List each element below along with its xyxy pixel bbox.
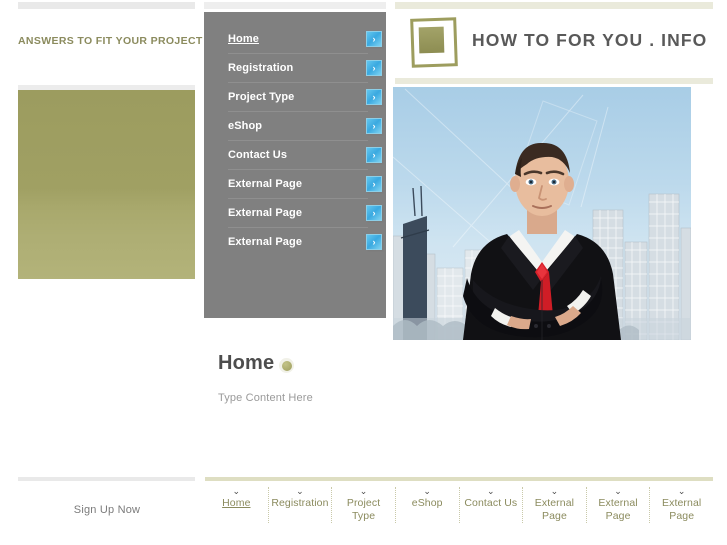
- chevron-right-icon[interactable]: ›: [366, 147, 382, 163]
- nav-item-label: Project Type: [228, 91, 295, 103]
- footer-nav-label: eShop: [411, 497, 443, 509]
- footer-nav-label: External Page: [598, 497, 638, 522]
- footer-nav-item-external-page[interactable]: ⌄ External Page: [587, 487, 651, 523]
- chevron-down-icon: ⌄: [296, 486, 304, 496]
- nav-item-registration[interactable]: Registration ›: [228, 54, 382, 83]
- promo-image-block: [18, 90, 195, 279]
- chevron-right-icon[interactable]: ›: [366, 118, 382, 134]
- footer-nav-item-project-type[interactable]: ⌄ Project Type: [332, 487, 396, 523]
- chevron-down-icon: ⌄: [614, 486, 622, 496]
- footer-rule-right: [205, 477, 713, 481]
- olive-dot-icon: [279, 358, 294, 373]
- nav-item-external-page[interactable]: External Page ›: [228, 170, 382, 199]
- footer-nav-label: Project Type: [346, 497, 381, 522]
- site-brand[interactable]: HOW TO FOR YOU . INFO: [408, 16, 708, 68]
- hero-accent-bar: [395, 78, 713, 84]
- hero-photo: [393, 87, 691, 340]
- signup-link[interactable]: Sign Up Now: [18, 504, 196, 516]
- square-logo-icon: [408, 16, 458, 68]
- nav-item-label: External Page: [228, 178, 303, 190]
- chevron-right-icon[interactable]: ›: [366, 205, 382, 221]
- businessman-figure: [463, 142, 621, 340]
- chevron-right-icon[interactable]: ›: [366, 176, 382, 192]
- nav-item-external-page[interactable]: External Page ›: [228, 228, 382, 256]
- chevron-down-icon: ⌄: [677, 486, 686, 496]
- nav-item-external-page[interactable]: External Page ›: [228, 199, 382, 228]
- nav-item-home[interactable]: Home ›: [228, 25, 382, 54]
- left-sidebar: ANSWERS TO FIT YOUR PROJECT: [0, 0, 203, 330]
- chevron-right-icon[interactable]: ›: [366, 234, 382, 250]
- nav-item-label: External Page: [228, 236, 303, 248]
- chevron-down-icon: ⌄: [359, 486, 368, 496]
- footer-nav-item-external-page[interactable]: ⌄ External Page: [523, 487, 587, 523]
- page-title: Home: [218, 352, 275, 374]
- site-title: HOW TO FOR YOU . INFO: [472, 29, 708, 50]
- chevron-right-icon[interactable]: ›: [366, 31, 382, 47]
- nav-item-project-type[interactable]: Project Type ›: [228, 83, 382, 112]
- footer-nav-label: Home: [222, 497, 251, 509]
- main-navigation-panel: Home › Registration › Project Type › eShop › Con…: [204, 12, 386, 318]
- nav-item-label: External Page: [228, 207, 303, 219]
- footer-navigation: ⌄ Home ⌄ Registration ⌄ Project Type ⌄ eShop ⌄ Co…: [205, 487, 713, 523]
- chevron-right-icon[interactable]: ›: [366, 89, 382, 105]
- top-accent-bar-middle: [204, 2, 386, 9]
- footer-nav-item-contact-us[interactable]: ⌄ Contact Us: [460, 487, 524, 523]
- content-placeholder-text: Type Content Here: [218, 392, 313, 404]
- footer-nav-label: External Page: [534, 497, 575, 522]
- footer-nav-item-eshop[interactable]: ⌄ eShop: [396, 487, 460, 523]
- footer-nav-label: External Page: [662, 497, 702, 522]
- nav-list: Home › Registration › Project Type › eShop › Con…: [228, 25, 382, 256]
- tagline-text: ANSWERS TO FIT YOUR PROJECT: [18, 35, 203, 47]
- footer-nav-item-registration[interactable]: ⌄ Registration: [269, 487, 333, 523]
- chevron-right-icon[interactable]: ›: [366, 60, 382, 76]
- chevron-down-icon: ⌄: [423, 486, 431, 496]
- chevron-down-icon: ⌄: [487, 486, 495, 496]
- nav-item-label: Registration: [228, 62, 294, 74]
- nav-item-label: Home: [228, 33, 259, 45]
- footer-nav-label: Contact Us: [464, 497, 518, 509]
- nav-item-eshop[interactable]: eShop ›: [228, 112, 382, 141]
- top-accent-bar-right: [395, 2, 713, 9]
- nav-item-label: Contact Us: [228, 149, 288, 161]
- nav-item-label: eShop: [228, 120, 263, 132]
- footer-rule-left: [18, 477, 195, 481]
- chevron-down-icon: ⌄: [232, 486, 241, 496]
- footer-nav-item-external-page[interactable]: ⌄ External Page: [650, 487, 713, 523]
- footer-nav-label: Registration: [271, 497, 329, 509]
- footer-nav-item-home[interactable]: ⌄ Home: [205, 487, 269, 523]
- nav-item-contact-us[interactable]: Contact Us ›: [228, 141, 382, 170]
- chevron-down-icon: ⌄: [550, 486, 559, 496]
